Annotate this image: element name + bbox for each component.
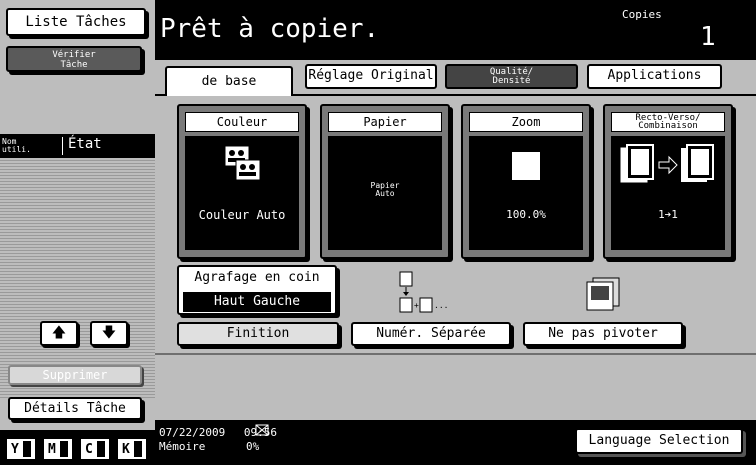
scroll-down-button[interactable]: 🡇 bbox=[90, 321, 128, 346]
no-rotate-icon bbox=[586, 277, 620, 311]
toner-black: K bbox=[117, 438, 147, 460]
job-list-header: Nom utili. État bbox=[0, 134, 155, 158]
simplex-to-simplex-icon bbox=[620, 144, 714, 183]
zoom-panel: 100.0% bbox=[469, 136, 583, 250]
paper-title: Papier bbox=[328, 112, 442, 132]
auto-color-icon bbox=[224, 145, 261, 181]
column-user-name: Nom utili. bbox=[2, 137, 31, 154]
duplex-value: 1➔1 bbox=[658, 208, 678, 221]
date-text: 07/22/2009 bbox=[159, 426, 226, 439]
job-list-button[interactable]: Liste Tâches bbox=[6, 8, 146, 36]
copies-count[interactable]: 1 bbox=[700, 22, 716, 52]
arrow-up-icon: 🡅 bbox=[51, 325, 67, 341]
duplex-panel: 1➔1 bbox=[611, 136, 725, 250]
svg-text:...: ... bbox=[434, 301, 448, 310]
arrow-down-icon: 🡇 bbox=[101, 325, 117, 341]
toner-cyan: C bbox=[80, 438, 110, 460]
color-function-button[interactable]: Couleur Couleur Auto bbox=[177, 104, 307, 259]
color-title: Couleur bbox=[185, 112, 299, 132]
toner-yellow: Y bbox=[6, 438, 36, 460]
color-panel: Couleur Auto bbox=[185, 136, 299, 250]
toner-level bbox=[60, 441, 68, 457]
svg-text:+: + bbox=[414, 301, 419, 310]
zoom-function-button[interactable]: Zoom 100.0% bbox=[461, 104, 591, 259]
separate-scan-button[interactable]: Numér. Séparée bbox=[351, 322, 511, 346]
copies-label: Copies bbox=[622, 8, 662, 21]
column-divider bbox=[62, 137, 63, 155]
toner-label: M bbox=[48, 442, 56, 457]
toner-label: K bbox=[122, 442, 130, 457]
column-status: État bbox=[68, 136, 102, 152]
duplex-combine-function-button[interactable]: Recto-Verso/ Combinaison 1➔1 bbox=[603, 104, 733, 259]
language-selection-button[interactable]: Language Selection bbox=[575, 428, 743, 454]
toner-label: C bbox=[85, 442, 93, 457]
memory-value: 0% bbox=[245, 440, 260, 453]
tab-basic[interactable]: de base bbox=[165, 66, 293, 96]
scroll-up-button[interactable]: 🡅 bbox=[40, 321, 78, 346]
network-icon bbox=[255, 424, 269, 436]
zoom-page-icon bbox=[512, 152, 540, 180]
status-title: Prêt à copier. bbox=[160, 14, 380, 44]
duplex-title: Recto-Verso/ Combinaison bbox=[611, 112, 725, 132]
tab-original-settings[interactable]: Réglage Original bbox=[305, 64, 437, 89]
job-panel: Liste Tâches Vérifier Tâche Nom utili. É… bbox=[0, 0, 155, 465]
tab-applications[interactable]: Applications bbox=[587, 64, 722, 89]
toner-label: Y bbox=[11, 442, 19, 457]
zoom-value: 100.0% bbox=[506, 208, 546, 221]
zoom-title: Zoom bbox=[469, 112, 583, 132]
job-list-area[interactable] bbox=[0, 158, 155, 398]
paper-value: Papier Auto bbox=[370, 181, 400, 198]
section-divider bbox=[155, 353, 756, 355]
memory-label: Mémoire bbox=[159, 440, 206, 453]
toner-level bbox=[23, 441, 31, 457]
paper-panel: Papier Auto bbox=[328, 136, 442, 250]
corner-staple-display[interactable]: Agrafage en coin Haut Gauche bbox=[177, 265, 337, 315]
paper-function-button[interactable]: Papier Papier Auto bbox=[320, 104, 450, 259]
color-value: Couleur Auto bbox=[198, 208, 286, 222]
main-panel: de base Réglage Original Qualité/ Densit… bbox=[155, 60, 756, 420]
corner-staple-title: Agrafage en coin bbox=[194, 270, 320, 285]
job-details-button[interactable]: Détails Tâche bbox=[8, 397, 142, 420]
toner-magenta: M bbox=[43, 438, 73, 460]
check-job-button[interactable]: Vérifier Tâche bbox=[6, 46, 142, 72]
separate-scan-icon: + ... bbox=[399, 271, 448, 313]
status-bar: 07/22/2009 09:56 Mémoire 0% Language Sel… bbox=[155, 420, 756, 465]
memory-status: Mémoire 0% bbox=[159, 440, 259, 453]
no-rotate-button[interactable]: Ne pas pivoter bbox=[523, 322, 683, 346]
toner-status-bar: Y M C K bbox=[0, 430, 155, 465]
delete-button[interactable]: Supprimer bbox=[8, 365, 142, 385]
toner-level bbox=[97, 441, 105, 457]
copier-screen: Liste Tâches Vérifier Tâche Nom utili. É… bbox=[0, 0, 756, 465]
tab-quality-density[interactable]: Qualité/ Densité bbox=[445, 64, 578, 89]
finishing-button[interactable]: Finition bbox=[177, 322, 339, 346]
corner-staple-value: Haut Gauche bbox=[183, 292, 331, 312]
toner-level bbox=[134, 441, 142, 457]
